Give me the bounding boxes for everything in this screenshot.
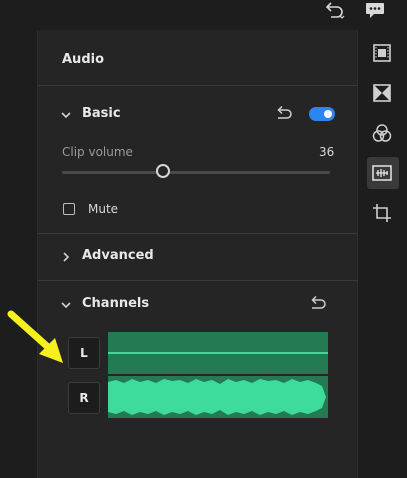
color-circles-icon[interactable] xyxy=(371,122,393,144)
toggle-knob xyxy=(324,110,332,118)
reset-icon[interactable] xyxy=(308,295,328,311)
undo-icon[interactable] xyxy=(323,1,345,21)
chevron-right-icon[interactable] xyxy=(60,251,72,263)
right-tool-rail xyxy=(357,30,407,478)
channel-r-waveform[interactable] xyxy=(108,376,328,418)
mute-label: Mute xyxy=(88,202,119,216)
left-strip xyxy=(0,30,37,478)
transition-icon[interactable] xyxy=(372,83,392,103)
channel-r-button[interactable]: R xyxy=(68,382,100,414)
reset-icon[interactable] xyxy=(274,105,294,121)
divider xyxy=(38,233,358,234)
channel-l-waveform[interactable] xyxy=(108,332,328,374)
section-basic-label[interactable]: Basic xyxy=(82,106,121,121)
section-advanced-label[interactable]: Advanced xyxy=(82,248,154,263)
divider xyxy=(38,280,358,281)
section-channels-label[interactable]: Channels xyxy=(82,296,149,311)
panel-title: Audio xyxy=(62,52,105,67)
film-frame-icon[interactable] xyxy=(372,43,392,63)
chevron-down-icon[interactable] xyxy=(60,109,72,121)
clip-volume-value: 36 xyxy=(319,145,335,159)
clip-volume-label: Clip volume xyxy=(62,145,133,159)
basic-toggle[interactable] xyxy=(309,107,335,121)
clip-volume-slider-track[interactable] xyxy=(62,171,330,174)
top-bar xyxy=(0,0,407,30)
divider xyxy=(38,85,358,86)
audio-waveform-icon[interactable] xyxy=(371,163,393,183)
speech-bubble-icon[interactable] xyxy=(364,1,386,21)
annotation-arrow-icon xyxy=(7,310,63,363)
clip-volume-slider-thumb[interactable] xyxy=(156,164,170,178)
mute-checkbox[interactable] xyxy=(63,203,75,215)
crop-icon[interactable] xyxy=(372,203,392,223)
audio-panel: Audio Basic Clip volume 36 Mute Advanced… xyxy=(37,30,358,478)
